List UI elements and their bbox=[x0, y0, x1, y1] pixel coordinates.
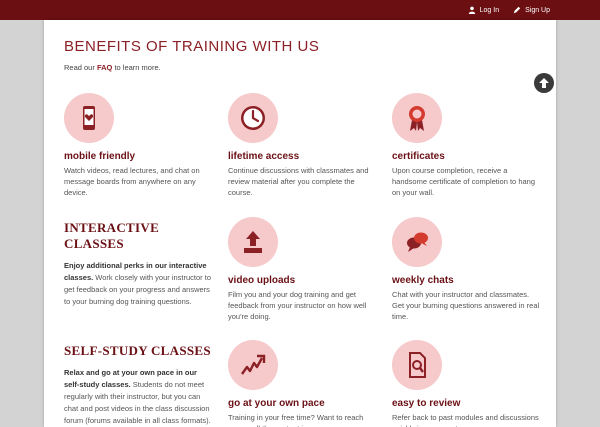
feature-text: Upon course completion, receive a handso… bbox=[392, 166, 536, 197]
feature-certificates: certificates Upon course completion, rec… bbox=[392, 93, 542, 198]
section-text: Enjoy additional perks in our interactiv… bbox=[64, 260, 214, 308]
section-title: SELF-STUDY CLASSES bbox=[64, 343, 211, 358]
feature-title: go at your own pace bbox=[228, 398, 325, 409]
content-card: BENEFITS OF TRAINING WITH US Read our FA… bbox=[44, 20, 556, 427]
feature-pace: go at your own pace Training in your fre… bbox=[228, 340, 378, 427]
section-interactive: INTERACTIVE CLASSES Enjoy additional per… bbox=[64, 220, 214, 308]
feature-text: Continue discussions with classmates and… bbox=[228, 166, 369, 197]
signup-link[interactable]: Sign Up bbox=[513, 6, 550, 14]
clock-icon bbox=[228, 93, 278, 143]
feature-title: lifetime access bbox=[228, 151, 300, 162]
section-text: Relax and go at your own pace in our sel… bbox=[64, 367, 214, 427]
feature-text: Film you and your dog training and get f… bbox=[228, 290, 367, 321]
feature-text: Chat with your instructor and classmates… bbox=[392, 290, 540, 321]
feature-text: Watch videos, read lectures, and chat on… bbox=[64, 166, 200, 197]
feature-uploads: video uploads Film you and your dog trai… bbox=[228, 217, 378, 322]
chat-bubbles-icon bbox=[392, 217, 442, 267]
intro-text: Read our FAQ to learn more. bbox=[64, 63, 161, 72]
pencil-icon bbox=[513, 6, 521, 14]
faq-link[interactable]: FAQ bbox=[97, 63, 112, 72]
feature-review: easy to review Refer back to past module… bbox=[392, 340, 542, 427]
page-title: BENEFITS OF TRAINING WITH US bbox=[64, 38, 320, 55]
feature-title: certificates bbox=[392, 151, 445, 162]
user-icon bbox=[468, 6, 475, 14]
arrow-up-icon bbox=[539, 78, 549, 88]
award-ribbon-icon bbox=[392, 93, 442, 143]
top-bar: Log In Sign Up bbox=[0, 0, 600, 20]
trend-arrow-icon bbox=[228, 340, 278, 390]
feature-title: mobile friendly bbox=[64, 151, 136, 162]
section-selfstudy: SELF-STUDY CLASSES Relax and go at your … bbox=[64, 343, 214, 427]
phone-heart-icon bbox=[64, 93, 114, 143]
signup-label: Sign Up bbox=[525, 6, 550, 14]
scroll-to-top-button[interactable] bbox=[534, 73, 554, 93]
upload-icon bbox=[228, 217, 278, 267]
intro-suffix: to learn more. bbox=[112, 63, 161, 72]
feature-lifetime: lifetime access Continue discussions wit… bbox=[228, 93, 378, 198]
login-link[interactable]: Log In bbox=[468, 6, 499, 14]
section-title: INTERACTIVE CLASSES bbox=[64, 220, 160, 251]
feature-title: easy to review bbox=[392, 398, 461, 409]
feature-mobile: mobile friendly Watch videos, read lectu… bbox=[64, 93, 214, 198]
login-label: Log In bbox=[479, 6, 500, 14]
document-search-icon bbox=[392, 340, 442, 390]
feature-text: Training in your free time? Want to reac… bbox=[228, 413, 364, 427]
feature-text: Refer back to past modules and discussio… bbox=[392, 413, 539, 427]
feature-title: weekly chats bbox=[392, 275, 454, 286]
feature-chats: weekly chats Chat with your instructor a… bbox=[392, 217, 542, 322]
intro-prefix: Read our bbox=[64, 63, 97, 72]
feature-title: video uploads bbox=[228, 275, 296, 286]
